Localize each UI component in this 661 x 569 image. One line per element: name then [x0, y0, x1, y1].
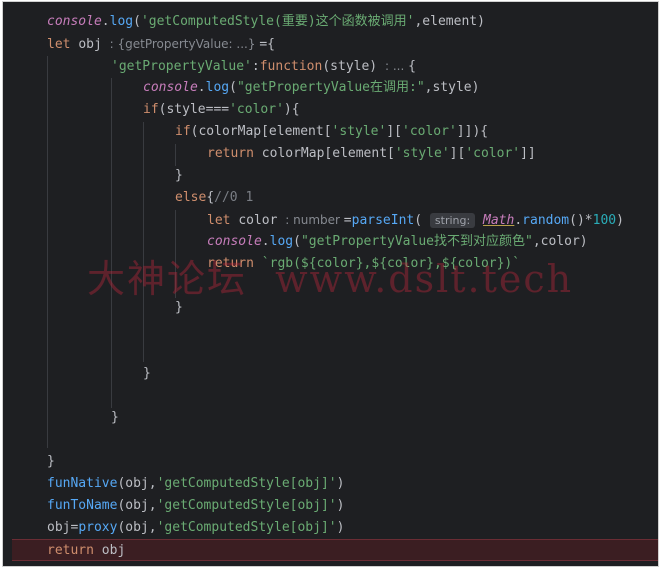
token: obj=	[47, 520, 79, 535]
token: parseInt	[351, 213, 415, 228]
code-line[interactable]: }	[3, 363, 658, 385]
code-line[interactable]: }	[3, 451, 658, 473]
token: 'getComputedStyle[obj]'	[156, 498, 337, 513]
code-line[interactable]: }	[3, 165, 658, 187]
token: :	[251, 59, 260, 74]
token: 'getPropertyValue'	[111, 59, 252, 74]
token: )	[336, 498, 345, 513]
token: ,style)	[424, 80, 480, 95]
token: 'style'	[331, 124, 387, 139]
token: (style)	[322, 59, 385, 74]
token: 'getComputedStyle(重要)这个函数被调用'	[140, 14, 415, 29]
type-hint: : {getPropertyValue: ...}	[109, 37, 260, 51]
token: (	[229, 80, 237, 95]
parameter-hint: string:	[429, 213, 476, 228]
token: ,element)	[414, 14, 485, 29]
token: .	[101, 14, 110, 29]
token: ][	[386, 124, 402, 139]
code-line[interactable]: funToName(obj,'getComputedStyle[obj]')	[3, 495, 658, 517]
token: 100	[592, 213, 617, 228]
token: else	[175, 190, 207, 205]
token: }	[111, 410, 119, 425]
code-line[interactable]: let color : number =parseInt( string: Ma…	[3, 209, 658, 231]
code-line[interactable]: console.log('getComputedStyle(重要)这个函数被调用…	[3, 11, 658, 33]
token: }	[47, 454, 55, 469]
token: ]]){	[456, 124, 489, 139]
code-line[interactable]: else{//0 1	[3, 187, 658, 209]
token: }	[143, 366, 151, 381]
token: "getPropertyValue找不到对应颜色"	[300, 234, 533, 249]
token: ){	[283, 102, 300, 117]
token: proxy	[78, 520, 118, 535]
token: )	[616, 213, 624, 228]
watermark: 大神论坛 www.dslt.tech	[87, 257, 574, 301]
token: (	[133, 14, 141, 29]
token: color	[238, 213, 286, 228]
token: ]]	[520, 146, 536, 161]
token: .	[197, 80, 206, 95]
token: (obj,	[117, 476, 157, 491]
code-line[interactable]: funNative(obj,'getComputedStyle[obj]')	[3, 473, 658, 495]
token: {	[206, 190, 215, 205]
token: {	[408, 59, 416, 74]
token: 'getComputedStyle[obj]'	[156, 476, 337, 491]
code-line[interactable]: console.log("getPropertyValue在调用:",style…	[3, 77, 658, 99]
token: Math	[483, 213, 515, 228]
token: console	[207, 234, 262, 249]
token: log	[109, 14, 134, 29]
token: 'style'	[394, 146, 450, 161]
code-editor[interactable]: console.log('getComputedStyle(重要)这个函数被调用…	[2, 1, 659, 567]
token: (colorMap[element[	[190, 124, 332, 139]
token: if	[143, 102, 159, 117]
token: "getPropertyValue在调用:"	[236, 80, 425, 95]
token: function	[259, 59, 323, 74]
token: (obj,	[117, 520, 157, 535]
token: ={	[259, 37, 275, 52]
token: (	[414, 213, 430, 228]
token: log	[269, 234, 294, 249]
comment: //0 1	[214, 190, 254, 205]
token: .	[261, 234, 270, 249]
token: funToName	[47, 498, 118, 513]
token: let	[207, 213, 239, 228]
token: 'color'	[402, 124, 457, 139]
token: =	[343, 213, 352, 228]
code-line[interactable]: obj=proxy(obj,'getComputedStyle[obj]')	[3, 517, 658, 539]
token: random	[522, 213, 570, 228]
token: )	[336, 476, 345, 491]
token: funNative	[47, 476, 118, 491]
token: (style===	[158, 102, 230, 117]
code-line[interactable]: if(colorMap[element['style']['color']]){	[3, 121, 658, 143]
token: 'color'	[465, 146, 521, 161]
token: return	[47, 543, 102, 558]
token: )	[336, 520, 345, 535]
token: ][	[449, 146, 466, 161]
code-line[interactable]: let obj : {getPropertyValue: ...} ={	[3, 33, 658, 55]
token: console	[143, 80, 198, 95]
token: ,color)	[532, 234, 588, 249]
token: console	[47, 14, 102, 29]
token: return	[207, 146, 262, 161]
code-line[interactable]: if(style==='color'){	[3, 99, 658, 121]
token: (obj,	[117, 498, 157, 513]
type-hint: : ...	[384, 59, 409, 73]
token: colorMap[element[	[261, 146, 395, 161]
token: ()*	[569, 213, 593, 228]
token: 'color'	[229, 102, 284, 117]
token: }	[175, 168, 183, 183]
token: 'getComputedStyle[obj]'	[156, 520, 337, 535]
token: (	[293, 234, 301, 249]
code-line[interactable]: 'getPropertyValue':function(style) : ...…	[3, 55, 658, 77]
code-line-highlighted[interactable]: return obj	[12, 539, 658, 561]
token: obj	[78, 37, 110, 52]
code-line[interactable]: return colorMap[element['style']['color'…	[3, 143, 658, 165]
token: if	[175, 124, 191, 139]
token: log	[205, 80, 230, 95]
type-hint: : number	[285, 213, 344, 227]
token: let	[47, 37, 79, 52]
token: obj	[101, 543, 126, 558]
code-line[interactable]: }	[3, 407, 658, 429]
token: .	[514, 213, 523, 228]
